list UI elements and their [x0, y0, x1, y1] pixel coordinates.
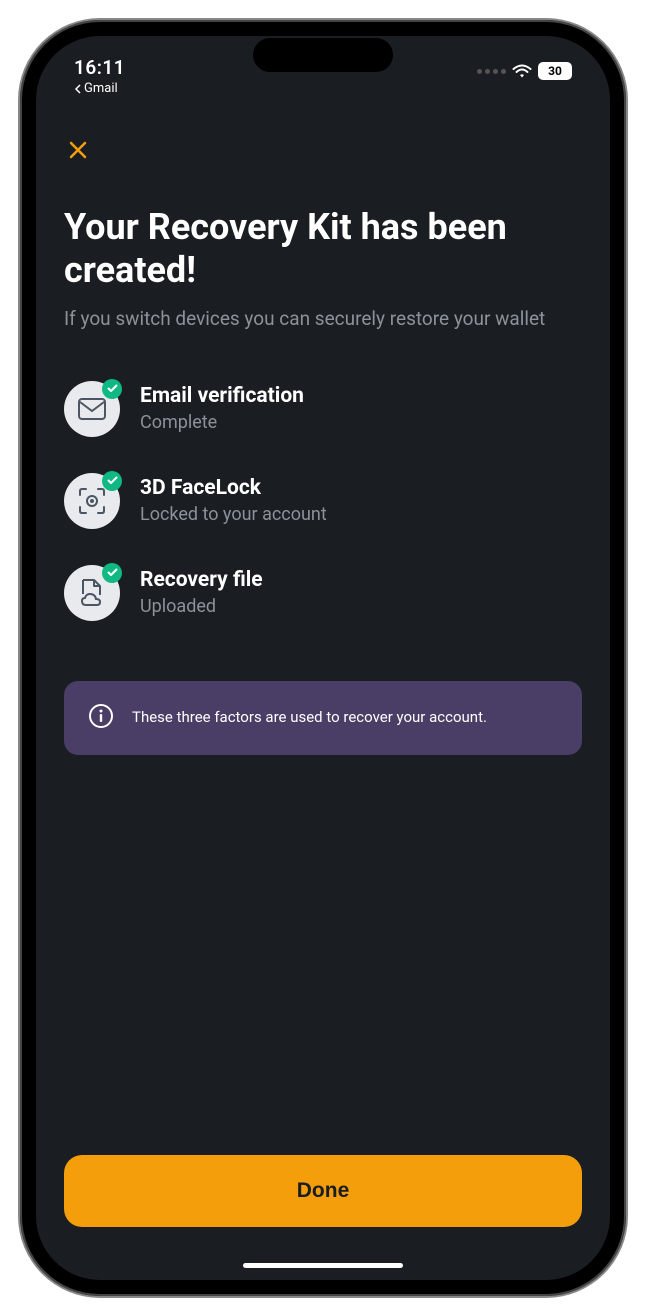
status-right: 30 [477, 62, 572, 80]
info-banner: These three factors are used to recover … [64, 681, 582, 755]
close-button[interactable] [64, 136, 92, 164]
phone-frame: 16:11 Gmail 30 [20, 20, 626, 1296]
file-cloud-icon [64, 565, 120, 621]
face-scan-icon [64, 473, 120, 529]
cellular-signal-icon [477, 69, 506, 74]
page-title: Your Recovery Kit has been created! [64, 206, 582, 292]
check-badge-icon [102, 563, 122, 583]
step-title: Recovery file [140, 568, 263, 592]
step-title: 3D FaceLock [140, 476, 327, 500]
page-subtitle: If you switch devices you can securely r… [64, 306, 582, 333]
step-text: Recovery file Uploaded [140, 568, 263, 617]
step-subtitle: Uploaded [140, 596, 263, 617]
back-to-app[interactable]: Gmail [74, 81, 125, 96]
step-recovery-file: Recovery file Uploaded [64, 565, 582, 621]
battery-level: 30 [548, 64, 562, 78]
status-time: 16:11 [74, 56, 125, 79]
main-content: Your Recovery Kit has been created! If y… [36, 112, 610, 1280]
home-indicator[interactable] [243, 1263, 403, 1268]
step-text: Email verification Complete [140, 384, 304, 433]
close-icon [68, 140, 88, 160]
done-button[interactable]: Done [64, 1155, 582, 1227]
step-facelock: 3D FaceLock Locked to your account [64, 473, 582, 529]
wifi-icon [512, 64, 532, 79]
step-title: Email verification [140, 384, 304, 408]
step-email-verification: Email verification Complete [64, 381, 582, 437]
info-text: These three factors are used to recover … [132, 707, 487, 728]
step-subtitle: Locked to your account [140, 504, 327, 525]
step-text: 3D FaceLock Locked to your account [140, 476, 327, 525]
phone-screen: 16:11 Gmail 30 [36, 36, 610, 1280]
steps-list: Email verification Complete [64, 381, 582, 621]
battery-indicator: 30 [538, 62, 572, 80]
back-app-label: Gmail [84, 81, 118, 96]
step-subtitle: Complete [140, 412, 304, 433]
email-icon [64, 381, 120, 437]
spacer [64, 755, 582, 1155]
notch [253, 38, 393, 72]
status-left: 16:11 Gmail [74, 56, 125, 96]
check-badge-icon [102, 379, 122, 399]
check-badge-icon [102, 471, 122, 491]
info-icon [88, 703, 114, 733]
